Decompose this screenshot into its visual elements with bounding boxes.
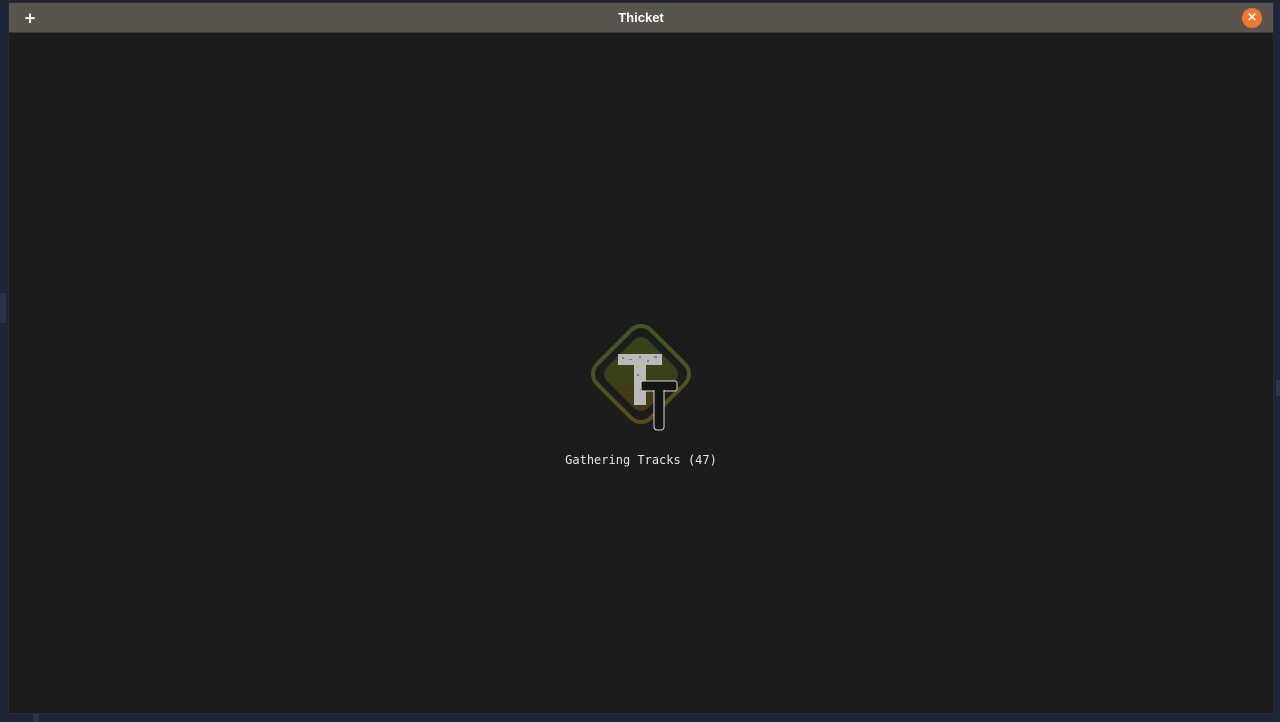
desktop-side-panel-edge <box>0 293 6 323</box>
app-window: + Thicket × Gathering Tracks (47) <box>8 2 1274 714</box>
window-title: Thicket <box>618 10 664 25</box>
desktop-taskbar-edge <box>33 714 39 722</box>
close-icon: × <box>1246 10 1258 25</box>
loading-status-text: Gathering Tracks (47) <box>565 453 717 467</box>
loading-screen: Gathering Tracks (47) <box>9 33 1273 713</box>
desktop-background: + Thicket × Gathering Tracks (47) <box>0 0 1280 722</box>
thicket-logo-icon <box>591 324 691 431</box>
desktop-scroll-edge <box>1276 380 1280 396</box>
title-bar[interactable]: + Thicket × <box>9 3 1273 33</box>
close-button[interactable]: × <box>1242 8 1262 28</box>
